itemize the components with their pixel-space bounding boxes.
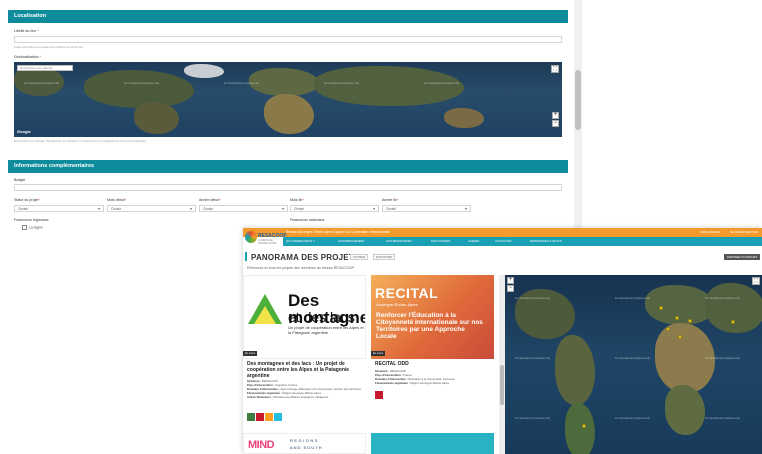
budget-label: Budget: [14, 178, 26, 182]
sdg-icon: [256, 413, 264, 421]
libelle-label: Libellé du lieu *: [14, 29, 39, 33]
map-zoom-out-button[interactable]: −: [507, 285, 514, 292]
form-scrollbar-thumb[interactable]: [575, 70, 581, 130]
title-accent: [245, 252, 247, 261]
financeurs-regionaux-label: Financeurs régionaux: [14, 218, 49, 222]
project-card-meta: Structure : RESACOOP Pays d'intervention…: [375, 369, 455, 385]
nav-item-outils[interactable]: RESSOURCES & OUTILS: [530, 240, 562, 243]
statut-label: Statut du projet*: [14, 198, 40, 202]
resacoop-window: Réseau Auvergne-Rhône-Alpes d'appui à la…: [243, 228, 762, 454]
section-header-infos: Informations complémentaires: [8, 160, 568, 173]
topbar-title: Réseau Auvergne-Rhône-Alpes d'appui à la…: [286, 230, 390, 234]
export-button[interactable]: EXPORTER: [373, 254, 396, 260]
top-bar: Réseau Auvergne-Rhône-Alpes d'appui à la…: [243, 228, 762, 237]
map-pin-icon[interactable]: [731, 320, 735, 324]
nav-item-actualites[interactable]: ACTUALITÉS: [495, 240, 512, 243]
mountain-inner-icon: [254, 306, 276, 324]
nav-item-ressources[interactable]: NOS RESSOURCES: [386, 240, 411, 243]
libelle-help: Cette information sert seulement à affic…: [14, 45, 84, 49]
sdg-icon: [265, 413, 273, 421]
project-card-image[interactable]: [371, 433, 494, 454]
map-pin-icon[interactable]: [678, 335, 682, 339]
status-badge: En cours: [243, 351, 258, 356]
nav-item-agenda[interactable]: AGENDA: [468, 240, 479, 243]
annee-fin-select[interactable]: Choisir: [382, 205, 471, 212]
add-project-button[interactable]: DÉPOSER UN PROJET: [724, 254, 760, 260]
sdg-icon: [375, 391, 383, 399]
budget-input[interactable]: [14, 184, 562, 191]
map-zoom-in-button[interactable]: +: [507, 277, 514, 284]
google-logo: Google: [17, 129, 31, 134]
project-card-image[interactable]: Des montagnes et des lacs Un projet de c…: [243, 275, 366, 359]
mois-debut-label: Mois début*: [107, 198, 126, 202]
region-checkbox[interactable]: La région: [22, 225, 43, 230]
project-list: Des montagnes et des lacs Un projet de c…: [243, 275, 499, 454]
project-card-title[interactable]: Des montagnes et des lacs : Un projet de…: [247, 361, 365, 379]
nav-item-acteurs[interactable]: NOS ACTEURS: [431, 240, 450, 243]
logo-swirl-icon: [245, 231, 257, 243]
geoloc-label: Géolocalisation *: [14, 55, 41, 59]
map-pin-icon[interactable]: [582, 424, 586, 428]
project-card-meta: Structure : RESACOOP Pays d'intervention…: [247, 379, 361, 399]
project-card-title[interactable]: RECITAL ODD: [375, 361, 493, 367]
map-fullscreen-icon[interactable]: ⛶: [752, 277, 760, 285]
statut-select[interactable]: Choisir: [14, 205, 104, 212]
page-title: PANORAMA DES PROJETS: [251, 253, 360, 262]
my-space-link[interactable]: MON ESPACE: [700, 230, 720, 234]
logout-link[interactable]: SE DÉCONNECTER: [730, 230, 758, 234]
fullscreen-icon[interactable]: ⛶: [551, 65, 559, 73]
map-pin-icon[interactable]: [675, 316, 679, 320]
filter-button[interactable]: FILTRER: [350, 254, 369, 260]
mois-fin-select[interactable]: Choisir: [290, 205, 379, 212]
map-search-input[interactable]: Rechercher une adresse: [17, 65, 73, 71]
financeurs-nationaux-label: Financeurs nationaux: [290, 218, 325, 222]
map-pin-icon[interactable]: [666, 327, 670, 331]
map-pin-icon[interactable]: [688, 319, 692, 323]
mois-debut-select[interactable]: Choisir: [107, 205, 196, 212]
projects-map[interactable]: + − ⛶ For development purposes only For …: [505, 275, 762, 454]
sdg-icon: [247, 413, 255, 421]
annee-fin-label: Année fin*: [382, 198, 399, 202]
mois-fin-label: Mois fin*: [290, 198, 304, 202]
page-subtitle: Retrouvez ici tous les projets des membr…: [247, 266, 355, 270]
annee-debut-label: Année début*: [199, 198, 221, 202]
libelle-input[interactable]: [14, 36, 562, 43]
project-card-image[interactable]: MIND REGIONS AND SOUTH: [243, 433, 366, 454]
nav-item-qui[interactable]: QUI SOMMES-NOUS ?: [286, 240, 314, 243]
section-header-localisation: Localisation: [8, 10, 568, 23]
annee-debut-select[interactable]: Choisir: [199, 205, 288, 212]
project-card-image[interactable]: RECITAL Auvergne-Rhône-Alpes Renforcer l…: [371, 275, 494, 359]
status-badge: En cours: [371, 351, 386, 356]
resacoop-logo[interactable]: RESACOOP AUVERGNE-RHÔNE-ALPES: [245, 229, 287, 247]
nav-item-accompagnement[interactable]: ACCOMPAGNEMENT: [338, 240, 365, 243]
main-nav: QUI SOMMES-NOUS ? ACCOMPAGNEMENT NOS RES…: [283, 237, 762, 246]
zoom-in-button[interactable]: +: [552, 112, 559, 119]
map-hint: Recherchez une adresse "Rechercher une a…: [14, 139, 146, 143]
geolocation-map[interactable]: For development purposes only For develo…: [14, 62, 562, 137]
zoom-out-button[interactable]: −: [552, 120, 559, 127]
map-pin-icon[interactable]: [659, 306, 663, 310]
list-scrollbar-thumb[interactable]: [500, 365, 504, 405]
sdg-icon: [274, 413, 282, 421]
